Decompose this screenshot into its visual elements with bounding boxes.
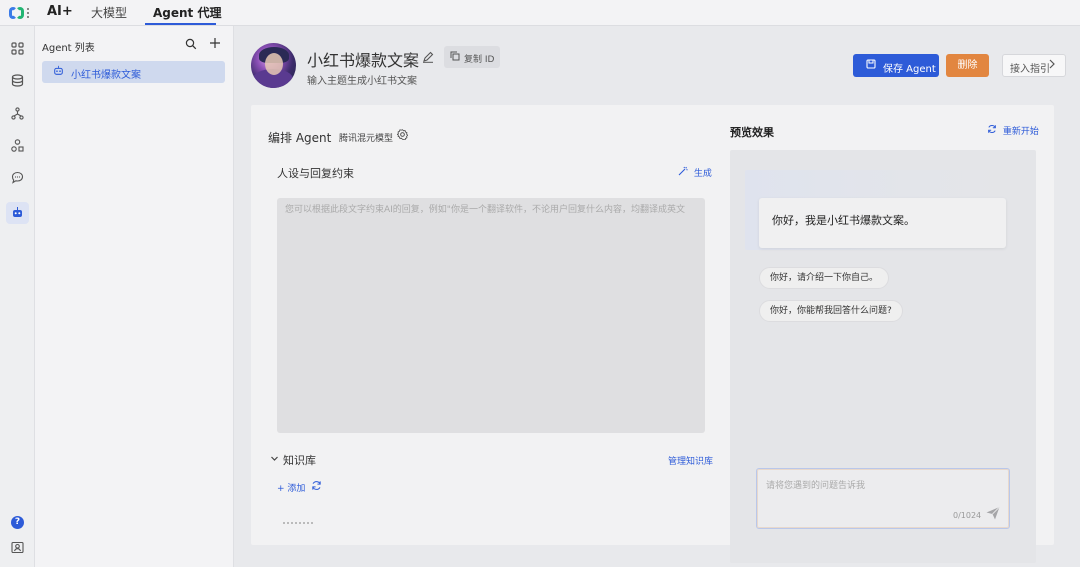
add-knowledge-button[interactable]: + 添加 <box>277 481 305 494</box>
agent-description: 输入主题生成小红书文案 <box>307 76 417 87</box>
tab-agent[interactable]: Agent 代理 <box>153 4 221 21</box>
generate-persona-button[interactable]: 生成 <box>678 166 712 179</box>
chevron-right-icon <box>1048 59 1056 72</box>
orchestrate-title: 编排 Agent <box>268 131 332 145</box>
help-icon[interactable]: ? <box>9 512 26 529</box>
agent-avatar[interactable] <box>251 43 296 88</box>
app-logo-icon[interactable] <box>9 5 33 21</box>
icon-rail: ? <box>0 26 35 567</box>
agent-name: 小红书爆款文案 <box>307 51 420 70</box>
generate-label: 生成 <box>693 169 712 179</box>
copy-id-button[interactable]: 复制 ID <box>444 46 500 68</box>
char-counter: 0/1024 <box>953 511 982 520</box>
send-icon[interactable] <box>985 505 1001 525</box>
guide-label: 接入指引 <box>1010 64 1050 75</box>
chat-input[interactable]: 请将您遇到的问题告诉我 0/1024 <box>756 468 1010 529</box>
greeting-message: 你好，我是小红书爆款文案。 <box>759 198 1006 248</box>
save-icon <box>866 59 876 72</box>
shapes-icon[interactable] <box>9 139 26 156</box>
restart-icon <box>987 124 1000 137</box>
restart-label: 重新开始 <box>1002 127 1039 137</box>
next-section-divider <box>283 522 313 525</box>
edit-icon[interactable] <box>422 51 434 66</box>
agent-list-title: Agent 列表 <box>42 43 95 54</box>
model-settings-icon[interactable] <box>396 129 409 143</box>
agent-list-panel: Agent 列表 小红书爆款文案 <box>35 26 234 567</box>
chat-icon[interactable] <box>9 171 26 188</box>
refresh-icon[interactable] <box>311 480 322 494</box>
top-nav-bar: AI+ 大模型 Agent 代理 <box>0 0 1080 26</box>
copy-icon <box>450 51 460 64</box>
save-agent-label: 保存 Agent <box>883 64 936 75</box>
knowledge-base-title: 知识库 <box>283 454 316 467</box>
suggestion-chip[interactable]: 你好，你能帮我回答什么问题? <box>759 300 903 322</box>
copy-id-label: 复制 ID <box>464 55 495 65</box>
brand-title: AI+ <box>47 4 73 19</box>
profile-icon[interactable] <box>9 541 26 558</box>
greeting-text: 你好，我是小红书爆款文案。 <box>772 214 915 227</box>
tab-large-model[interactable]: 大模型 <box>91 4 127 21</box>
robot-icon[interactable] <box>6 202 29 224</box>
chat-input-placeholder: 请将您遇到的问题告诉我 <box>766 481 866 491</box>
workflow-icon[interactable] <box>9 107 26 124</box>
agent-list-item-label: 小红书爆款文案 <box>71 70 141 81</box>
robot-icon <box>53 65 64 79</box>
preview-title: 预览效果 <box>730 126 774 139</box>
persona-textarea[interactable]: 您可以根据此段文字约束AI的回复，例如"你是一个翻译软件，不论用户回复什么内容，… <box>277 198 705 433</box>
delete-button[interactable]: 删除 <box>946 54 989 77</box>
save-agent-button[interactable]: 保存 Agent <box>853 54 939 77</box>
magic-wand-icon <box>678 166 691 179</box>
integration-guide-button[interactable]: 接入指引 <box>1002 54 1066 77</box>
persona-placeholder: 您可以根据此段文字约束AI的回复，例如"你是一个翻译软件，不论用户回复什么内容，… <box>285 205 685 215</box>
collapse-chevron-icon[interactable] <box>270 454 279 466</box>
grid-icon[interactable] <box>9 42 26 59</box>
database-icon[interactable] <box>9 74 26 91</box>
model-selector[interactable]: 腾讯混元模型 <box>339 131 393 144</box>
agent-list-item[interactable]: 小红书爆款文案 <box>42 61 225 83</box>
add-agent-icon[interactable] <box>209 35 221 53</box>
persona-section-title: 人设与回复约束 <box>277 167 354 180</box>
restart-button[interactable]: 重新开始 <box>987 124 1039 137</box>
manage-knowledge-link[interactable]: 管理知识库 <box>668 454 713 467</box>
suggestion-chip[interactable]: 你好，请介绍一下你自己。 <box>759 267 890 289</box>
search-icon[interactable] <box>185 38 197 53</box>
active-tab-indicator <box>145 23 216 25</box>
